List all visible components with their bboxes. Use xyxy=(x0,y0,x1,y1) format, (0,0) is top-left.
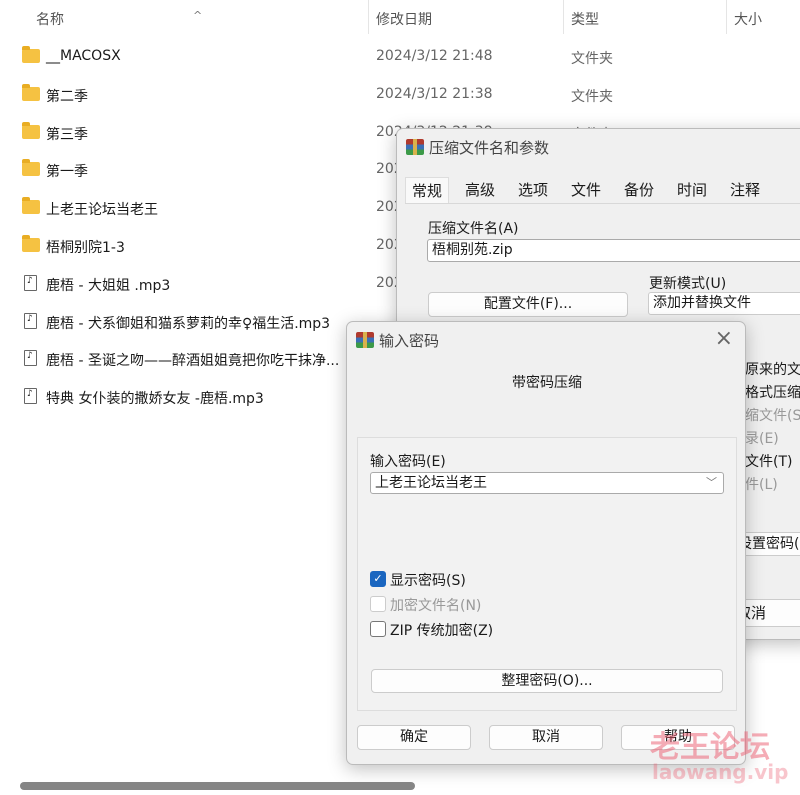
dialog-title: 输入密码 xyxy=(379,332,440,350)
profiles-button[interactable]: 配置文件(F)... xyxy=(428,292,628,317)
file-name: 第三季 xyxy=(46,126,88,143)
audio-file-icon xyxy=(24,312,37,329)
folder-icon xyxy=(22,159,40,177)
column-date[interactable]: 修改日期 xyxy=(376,9,432,29)
file-name: 上老王论坛当老王 xyxy=(46,202,158,219)
dialog-subtitle: 带密码压缩 xyxy=(512,375,582,391)
chevron-down-icon[interactable]: ﹀ xyxy=(706,473,717,493)
file-name: 第一季 xyxy=(46,164,88,181)
file-name: 第二季 xyxy=(46,88,88,105)
column-divider[interactable] xyxy=(368,0,369,34)
file-name: 梧桐别院1-3 xyxy=(46,240,125,256)
folder-icon xyxy=(22,197,40,215)
file-name: 特典 女仆装的撒娇女友 -鹿梧.mp3 xyxy=(46,391,264,408)
file-row[interactable]: 第二季 2024/3/12 21:38 文件夹 xyxy=(0,77,800,113)
dialog-title: 压缩文件名和参数 xyxy=(429,139,550,157)
winrar-icon xyxy=(406,139,424,155)
tab-files[interactable]: 文件 xyxy=(565,177,607,203)
password-label: 输入密码(E) xyxy=(370,454,446,470)
file-type: 文件夹 xyxy=(571,51,613,67)
column-divider[interactable] xyxy=(726,0,727,34)
password-group: 输入密码(E) 上老王论坛当老王 ﹀ ✓ 显示密码(S) 加密文件名(N) ZI… xyxy=(357,437,737,711)
organize-passwords-button[interactable]: 整理密码(O)... xyxy=(371,669,723,693)
audio-file-icon xyxy=(24,274,37,291)
file-name: 鹿梧 - 犬系御姐和猫系萝莉的幸♀福生活.mp3 xyxy=(46,315,331,332)
tab-time[interactable]: 时间 xyxy=(671,177,713,203)
winrar-icon xyxy=(356,332,374,348)
tab-comment[interactable]: 注释 xyxy=(724,177,766,203)
file-name: 鹿梧 - 大姐姐 .mp3 xyxy=(46,277,171,294)
cancel-button[interactable]: 取消 xyxy=(489,725,603,750)
column-size[interactable]: 大小 xyxy=(734,9,762,29)
update-mode-select[interactable]: 添加并替换文件 xyxy=(648,292,800,315)
file-name: 鹿梧 - 圣诞之吻——醉酒姐姐竟把你吃干抹净... xyxy=(46,353,340,370)
option-fragment[interactable]: 格式压缩文 xyxy=(745,382,800,402)
update-mode-label: 更新模式(U) xyxy=(649,276,727,292)
tab-backup[interactable]: 备份 xyxy=(618,177,660,203)
column-header: ^ 名称 修改日期 类型 大小 xyxy=(0,0,800,36)
archive-name-input[interactable]: 梧桐别苑.zip xyxy=(427,239,800,262)
option-fragment[interactable]: 原来的文件 xyxy=(745,359,800,379)
password-value: 上老王论坛当老王 xyxy=(375,475,487,491)
password-dialog: 输入密码 × 带密码压缩 输入密码(E) 上老王论坛当老王 ﹀ ✓ 显示密码(S… xyxy=(346,321,746,765)
column-type[interactable]: 类型 xyxy=(571,9,599,29)
file-type: 文件夹 xyxy=(571,88,613,105)
folder-icon xyxy=(22,46,40,63)
encrypt-filenames-label: 加密文件名(N) xyxy=(390,598,482,614)
close-icon[interactable]: × xyxy=(715,326,733,351)
ok-button[interactable]: 确定 xyxy=(357,725,471,750)
file-date: 2024/3/12 21:38 xyxy=(376,85,493,102)
option-fragment[interactable]: 件(L) xyxy=(745,474,778,494)
horizontal-scrollbar[interactable] xyxy=(20,782,415,790)
zip-legacy-label: ZIP 传统加密(Z) xyxy=(390,623,494,639)
watermark-url: laowang.vip xyxy=(652,760,789,784)
option-fragment[interactable]: 录(E) xyxy=(745,428,779,448)
show-password-label: 显示密码(S) xyxy=(390,573,466,589)
tab-options[interactable]: 选项 xyxy=(512,177,554,203)
file-row[interactable]: __MACOSX 2024/3/12 21:48 文件夹 xyxy=(0,39,800,75)
tab-advanced[interactable]: 高级 xyxy=(459,177,501,203)
zip-legacy-checkbox[interactable] xyxy=(370,621,386,637)
option-fragment[interactable]: 缩文件(S) xyxy=(745,405,800,425)
show-password-checkbox[interactable]: ✓ xyxy=(370,571,386,587)
tab-general[interactable]: 常规 xyxy=(405,177,450,203)
encrypt-filenames-checkbox[interactable] xyxy=(370,596,386,612)
archive-name-label: 压缩文件名(A) xyxy=(428,221,519,237)
folder-icon xyxy=(22,121,40,139)
folder-icon xyxy=(22,235,40,252)
password-combobox[interactable]: 上老王论坛当老王 ﹀ xyxy=(370,472,724,494)
folder-icon xyxy=(22,83,40,101)
option-fragment[interactable]: 文件(T) xyxy=(745,451,792,471)
file-name: __MACOSX xyxy=(46,48,121,64)
column-name[interactable]: 名称 xyxy=(36,9,64,29)
audio-file-icon xyxy=(24,350,37,367)
sort-ascending-icon: ^ xyxy=(193,9,203,22)
file-date: 2024/3/12 21:48 xyxy=(376,48,493,64)
audio-file-icon xyxy=(24,388,37,405)
column-divider[interactable] xyxy=(563,0,564,34)
